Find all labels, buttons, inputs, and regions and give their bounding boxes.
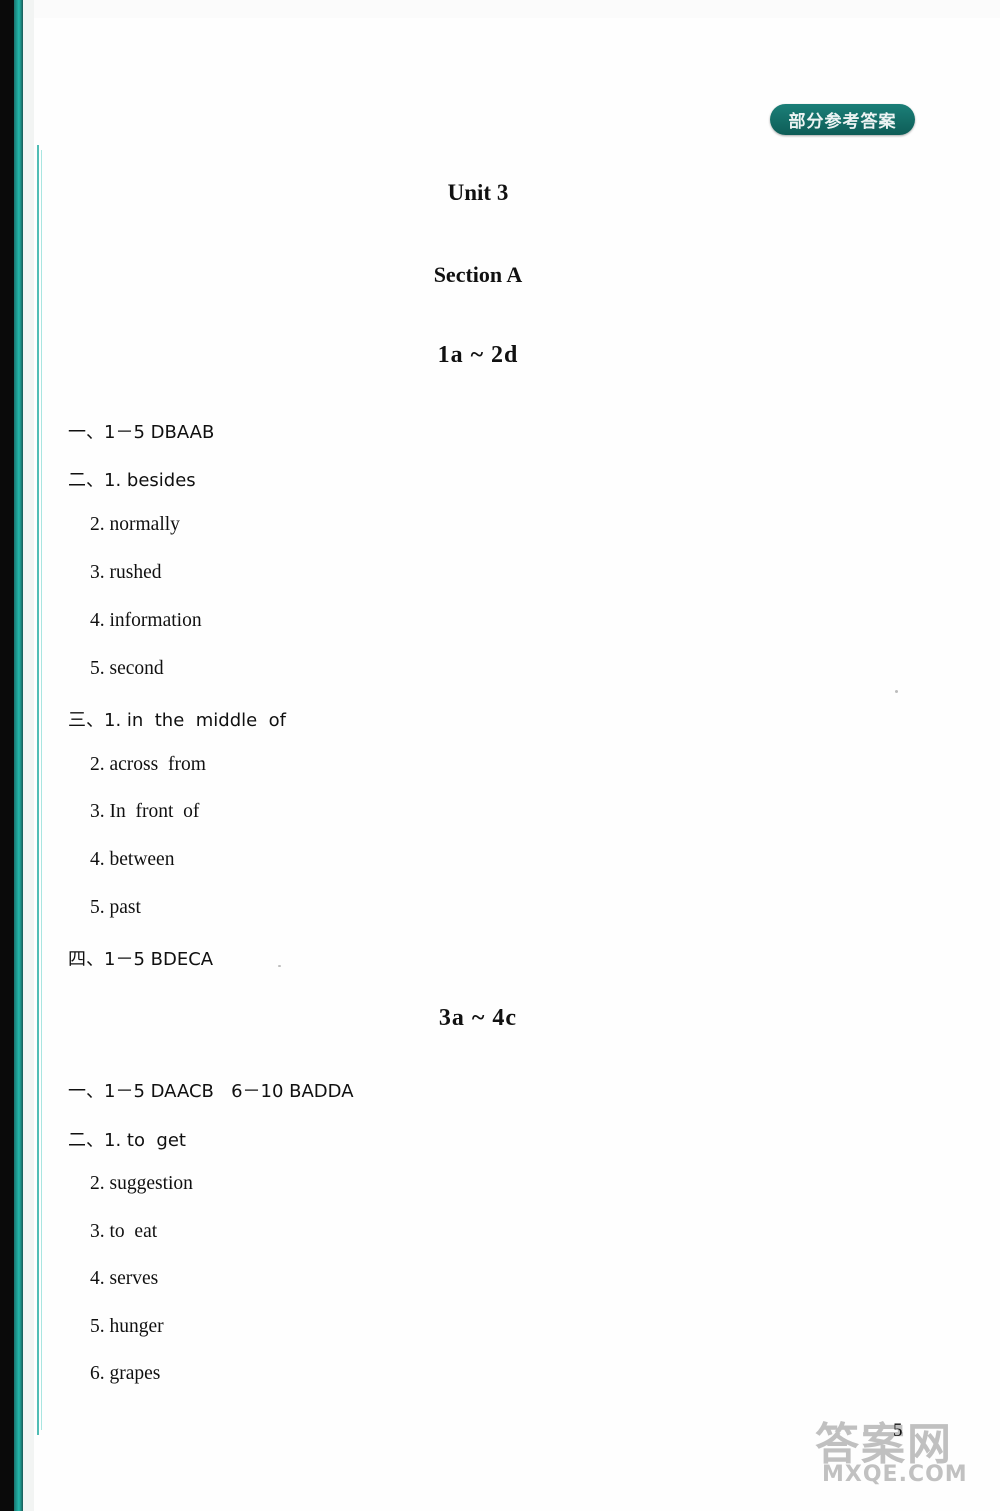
answer-line: 5. past <box>90 897 141 918</box>
subsection-title-3a4c: 3a ~ 4c <box>438 1005 518 1031</box>
answer-line: 一、1－5 DAACB 6－10 BADDA <box>68 1081 354 1102</box>
answer-line: 2. across from <box>90 754 206 775</box>
page-number: 5 <box>893 1420 903 1441</box>
answer-line: 4. between <box>90 849 175 870</box>
section-title: Section A <box>433 262 523 287</box>
scan-edge-line <box>37 145 39 1435</box>
answer-line: 2. normally <box>90 514 180 535</box>
scan-speck <box>278 965 281 967</box>
unit-title: Unit 3 <box>447 180 509 205</box>
answer-line: 5. second <box>90 658 164 679</box>
answer-line: 2. suggestion <box>90 1173 193 1194</box>
answer-line: 3. In front of <box>90 801 200 822</box>
scanned-page: 部分参考答案 Unit 3 Section A 1a ~ 2d 3a ~ 4c … <box>0 0 1000 1511</box>
answer-line: 4. information <box>90 610 202 631</box>
answer-line: 四、1－5 BDECA <box>68 949 214 970</box>
watermark-english: MXQE.COM <box>822 1462 968 1487</box>
answer-line: 一、1－5 DBAAB <box>68 422 215 443</box>
answer-line: 6. grapes <box>90 1363 161 1384</box>
page-top-margin <box>34 0 1000 18</box>
scan-edge-white <box>23 0 34 1511</box>
answer-key-banner: 部分参考答案 <box>770 104 915 135</box>
scan-edge-black <box>0 0 14 1511</box>
answer-line: 4. serves <box>90 1268 159 1289</box>
answer-line: 二、1. besides <box>68 470 196 491</box>
scan-speck <box>895 690 898 693</box>
answer-line: 3. to eat <box>90 1221 158 1242</box>
subsection-title-1a2d: 1a ~ 2d <box>437 342 519 368</box>
answer-line: 3. rushed <box>90 562 162 583</box>
answer-line: 二、1. to get <box>68 1130 186 1151</box>
answer-key-banner-label: 部分参考答案 <box>788 112 897 132</box>
answer-line: 5. hunger <box>90 1316 164 1337</box>
scan-edge-teal <box>14 0 23 1511</box>
answer-line: 三、1. in the middle of <box>68 710 286 731</box>
